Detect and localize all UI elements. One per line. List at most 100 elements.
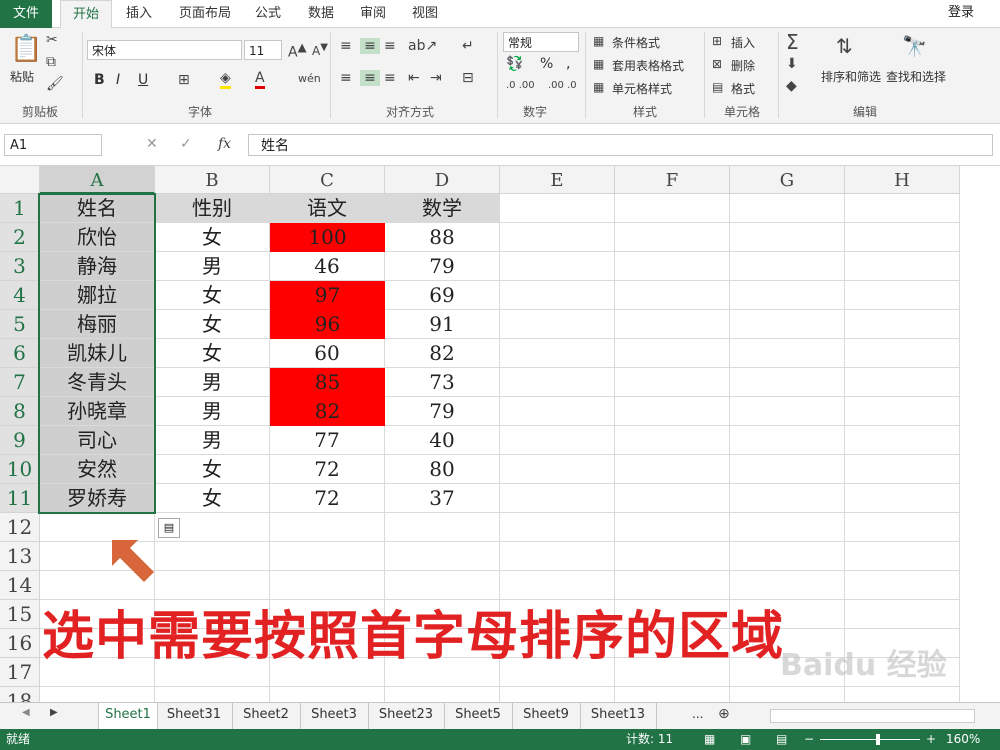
table-cell[interactable]: 79 [385,397,500,426]
format-painter-icon[interactable]: 🖌 [46,76,64,92]
page-break-icon[interactable]: ▤ [776,729,787,750]
empty-cell[interactable] [615,310,730,339]
empty-cell[interactable] [845,252,960,281]
delete-cells-button[interactable]: 删除 [731,57,755,74]
currency-icon[interactable]: 💱 [506,56,523,72]
table-cell[interactable]: 72 [270,484,385,513]
column-header[interactable]: H [845,166,960,194]
column-header[interactable]: B [155,166,270,194]
empty-cell[interactable] [845,542,960,571]
row-header[interactable]: 14 [0,571,40,600]
align-middle-icon[interactable]: ≡ [360,38,380,54]
table-cell[interactable]: 79 [385,252,500,281]
merge-center-icon[interactable]: ⊟ [462,70,474,86]
tab-review[interactable]: 审阅 [352,0,394,28]
quick-analysis-icon[interactable]: ▤ [158,518,180,538]
empty-cell[interactable] [845,397,960,426]
header-cell[interactable]: 性别 [155,194,270,223]
row-header[interactable]: 12 [0,513,40,542]
login-link[interactable]: 登录 [948,0,974,26]
empty-cell[interactable] [730,687,845,702]
empty-cell[interactable] [730,426,845,455]
align-bottom-icon[interactable]: ≡ [384,38,396,54]
empty-cell[interactable] [615,397,730,426]
tab-formulas[interactable]: 公式 [246,0,290,28]
empty-cell[interactable] [385,687,500,702]
column-header[interactable]: C [270,166,385,194]
decrease-decimal-icon[interactable]: .00 .0 [548,80,577,91]
empty-cell[interactable] [845,426,960,455]
header-cell[interactable]: 数学 [385,194,500,223]
empty-cell[interactable] [845,339,960,368]
sheet-tab[interactable]: Sheet9 [512,703,581,729]
empty-cell[interactable] [500,542,615,571]
row-header[interactable]: 15 [0,600,40,629]
tab-view[interactable]: 视图 [404,0,446,28]
row-header[interactable]: 11 [0,484,40,513]
empty-cell[interactable] [155,542,270,571]
sort-filter-button[interactable]: 排序和筛选 [821,68,881,85]
scroll-right-icon[interactable]: ▶ [50,707,58,718]
table-cell[interactable]: 男 [155,397,270,426]
increase-font-icon[interactable]: A▲ [288,40,307,61]
row-header[interactable]: 2 [0,223,40,252]
empty-cell[interactable] [730,194,845,223]
row-header[interactable]: 9 [0,426,40,455]
zoom-slider[interactable] [820,739,920,740]
zoom-level[interactable]: 160% [946,729,980,750]
table-cell[interactable]: 女 [155,223,270,252]
empty-cell[interactable] [500,310,615,339]
row-header[interactable]: 10 [0,455,40,484]
copy-icon[interactable]: ⧉ [46,54,56,70]
paste-button[interactable]: 粘贴 [10,68,34,85]
empty-cell[interactable] [730,484,845,513]
align-right-icon[interactable]: ≡ [384,70,396,86]
sort-filter-icon[interactable]: ⇅ [836,34,853,58]
tab-page-layout[interactable]: 页面布局 [170,0,240,28]
table-cell[interactable]: 男 [155,252,270,281]
autosum-icon[interactable]: Σ [786,30,799,54]
table-cell[interactable]: 37 [385,484,500,513]
select-all-corner[interactable] [0,166,40,194]
table-cell[interactable]: 91 [385,310,500,339]
table-cell[interactable]: 女 [155,281,270,310]
paste-icon[interactable]: 📋 [10,34,42,64]
empty-cell[interactable] [730,252,845,281]
empty-cell[interactable] [500,223,615,252]
table-cell[interactable]: 77 [270,426,385,455]
number-format-select[interactable]: 常规 [503,32,579,52]
fill-icon[interactable]: ⬇ [786,56,798,72]
font-color-icon[interactable]: A [255,70,265,89]
empty-cell[interactable] [615,223,730,252]
sheet-tab[interactable]: Sheet5 [444,703,513,729]
row-header[interactable]: 18 [0,687,40,702]
table-cell[interactable]: 男 [155,426,270,455]
table-cell[interactable]: 女 [155,455,270,484]
name-box[interactable]: A1 [4,134,102,156]
empty-cell[interactable] [615,484,730,513]
function-button[interactable]: fx [218,136,231,152]
tab-home[interactable]: 开始 [60,0,112,30]
row-header[interactable]: 16 [0,629,40,658]
empty-cell[interactable] [270,513,385,542]
wrap-text-icon[interactable]: ↵ [462,38,474,54]
conditional-format-button[interactable]: 条件格式 [612,34,660,51]
table-cell[interactable]: 100 [270,223,385,252]
empty-cell[interactable] [500,687,615,702]
zoom-slider-thumb[interactable] [876,734,880,745]
font-size-select[interactable]: 11 [244,40,282,60]
cell-styles-button[interactable]: 单元格样式 [612,80,672,97]
align-top-icon[interactable]: ≡ [340,38,352,54]
border-icon[interactable]: ⊞ [178,72,190,88]
more-sheets-button[interactable]: ... [692,707,703,721]
cut-icon[interactable]: ✂ [46,32,58,48]
empty-cell[interactable] [730,310,845,339]
table-cell[interactable]: 60 [270,339,385,368]
empty-cell[interactable] [845,484,960,513]
column-header[interactable]: G [730,166,845,194]
empty-cell[interactable] [500,281,615,310]
orientation-icon[interactable]: ab↗ [408,38,437,54]
zoom-out-icon[interactable]: − [804,729,814,750]
empty-cell[interactable] [500,368,615,397]
empty-cell[interactable] [845,687,960,702]
